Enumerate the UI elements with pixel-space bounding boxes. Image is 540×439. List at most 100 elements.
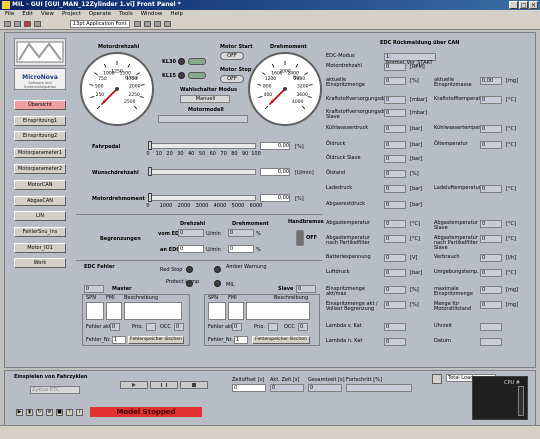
- gauge-tick-label: 4000: [292, 99, 304, 105]
- master-prio-field: [146, 323, 156, 331]
- nav-lin[interactable]: LIN: [14, 211, 66, 221]
- slave-clear-button[interactable]: Fehlerspeicher löschen: [252, 336, 310, 344]
- gauge-tick-label: 2000: [129, 84, 141, 90]
- master-fehler-nr-field[interactable]: 1: [112, 336, 126, 344]
- menu-view[interactable]: View: [41, 10, 54, 19]
- pause-icon[interactable]: [34, 21, 41, 27]
- rueck-value: 0: [384, 286, 406, 294]
- menu-operate[interactable]: Operate: [89, 10, 111, 19]
- menu-project[interactable]: Project: [62, 10, 81, 19]
- rueck-label: maximale Einspritzmenge: [434, 286, 473, 297]
- an-edc-unit2: %: [256, 247, 261, 253]
- kl15-toggle[interactable]: [188, 72, 206, 79]
- font-selector[interactable]: 13pt Application Font: [70, 20, 130, 28]
- nav-motorcan[interactable]: MotorCAN: [14, 180, 66, 190]
- info-icon[interactable]: i: [76, 409, 83, 416]
- menu-file[interactable]: File: [5, 10, 14, 19]
- run-continuous-icon[interactable]: [14, 21, 21, 27]
- vom-edc-unit1: U/min: [206, 231, 221, 237]
- fahrpedal-thumb[interactable]: [148, 141, 152, 150]
- run-arrow-icon[interactable]: [4, 21, 11, 27]
- kl15-led: [178, 72, 185, 79]
- config-icon[interactable]: ⚙: [46, 409, 53, 416]
- nav-einspritzung1[interactable]: Einspritzung1: [14, 116, 66, 126]
- an-edc-drehmoment[interactable]: 0: [228, 245, 254, 253]
- maximize-button[interactable]: □: [519, 1, 528, 9]
- window-title: MIL - GUI [GUI_MAN_12Zylinder 1.vi] Fron…: [12, 1, 181, 8]
- gauge-tick: [258, 96, 263, 99]
- nav-motorparameter1[interactable]: Motorparameter1: [14, 148, 66, 158]
- modus-select[interactable]: Manuell: [180, 95, 230, 103]
- motor-stop-button[interactable]: OFF: [220, 75, 244, 83]
- torque-gauge: 040080012001600200024002800320036004000N…: [248, 52, 322, 126]
- menu-bar: File Edit View Project Operate Tools Win…: [0, 10, 540, 19]
- master-clear-button[interactable]: Fehlerspeicher löschen: [128, 336, 184, 344]
- fahrpedal-value[interactable]: 0,00: [260, 142, 290, 150]
- menu-window[interactable]: Window: [141, 10, 163, 19]
- motordreh-thumb[interactable]: [148, 193, 152, 202]
- align-icon[interactable]: [134, 21, 141, 27]
- resize-icon[interactable]: [154, 21, 161, 27]
- reorder-icon[interactable]: [164, 21, 171, 27]
- rueck-value: 0: [384, 63, 406, 71]
- app-icon: [2, 1, 10, 9]
- motordreh-value[interactable]: 0,00: [260, 194, 290, 202]
- abort-icon[interactable]: [24, 21, 31, 27]
- step-icon[interactable]: ▮: [26, 409, 33, 416]
- run-icon[interactable]: ▶: [16, 409, 23, 416]
- warning-icon[interactable]: !: [66, 409, 73, 416]
- menu-help[interactable]: Help: [170, 10, 183, 19]
- wunsch-value[interactable]: 0,00: [260, 168, 290, 176]
- handbremse-switch[interactable]: [296, 230, 304, 246]
- play-button[interactable]: [120, 381, 148, 389]
- rueck-value: [480, 338, 502, 346]
- stop-button[interactable]: [180, 381, 208, 389]
- reload-icon[interactable]: ↻: [36, 409, 43, 416]
- kl30-toggle[interactable]: [188, 58, 206, 65]
- menu-tools[interactable]: Tools: [119, 10, 133, 19]
- stop-model-icon[interactable]: ■: [56, 409, 63, 416]
- rueck-value: 0: [384, 155, 406, 163]
- progress-bar: [346, 384, 412, 392]
- rueck-value: 0: [480, 235, 502, 243]
- nav-motorparameter2[interactable]: Motorparameter2: [14, 164, 66, 174]
- brand-sub: Software and Systemintegration: [23, 81, 57, 89]
- motordreh-slider[interactable]: [148, 195, 256, 201]
- close-button[interactable]: ×: [529, 1, 538, 9]
- slave-fehler-nr-field[interactable]: 1: [234, 336, 248, 344]
- nav-work[interactable]: Work: [14, 258, 66, 268]
- cycle-file[interactable]: Zyklus ETC: [30, 386, 80, 394]
- rueck-value: 0: [384, 254, 406, 262]
- distribute-icon[interactable]: [144, 21, 151, 27]
- slider-tick-label: 90: [242, 151, 249, 157]
- slave-fmi-header: FMI: [228, 295, 237, 301]
- rueck-value: 1: Normal_Vor_START: [384, 53, 436, 66]
- an-edc-drehzahl[interactable]: 0: [178, 245, 204, 253]
- master-occ: OCC: [160, 324, 171, 330]
- slider-tick-label: 60: [209, 151, 216, 157]
- pause-button[interactable]: [150, 381, 178, 389]
- menu-edit[interactable]: Edit: [22, 10, 33, 19]
- rueck-unit: [°C]: [410, 236, 420, 242]
- slider-tick-label: 4000: [213, 203, 227, 209]
- slave-spn-field: [208, 302, 226, 320]
- rueck-label: Kühlwassertemperatur: [434, 125, 491, 131]
- nav-abgascan[interactable]: AbgasCAN: [14, 196, 66, 206]
- zeitoffset-field[interactable]: 0: [232, 384, 266, 392]
- fahrpedal-slider[interactable]: [148, 143, 256, 149]
- nav-motor-io1[interactable]: Motor_IO1: [14, 243, 66, 253]
- kl30-label: KL30: [162, 59, 177, 65]
- rueck-label: Uhrzeit: [434, 323, 452, 329]
- wunsch-slider[interactable]: [148, 169, 256, 175]
- rueck-unit: [°C]: [506, 236, 516, 242]
- nav-einspritzung2[interactable]: Einspritzung2: [14, 131, 66, 141]
- rueck-value: 0: [384, 220, 406, 228]
- wunsch-thumb[interactable]: [148, 167, 152, 176]
- motor-start-button[interactable]: OFF: [220, 52, 244, 60]
- nav-uebersicht[interactable]: Übersicht: [14, 100, 66, 110]
- rueck-value: 0: [384, 185, 406, 193]
- rueck-value: 0: [480, 301, 502, 309]
- nav-fehlersnu-ins[interactable]: FehlerSnu_Ins: [14, 227, 66, 237]
- gesamtzeit-label: Gesamtzeit [s]: [308, 377, 345, 383]
- minimize-button[interactable]: _: [509, 1, 518, 9]
